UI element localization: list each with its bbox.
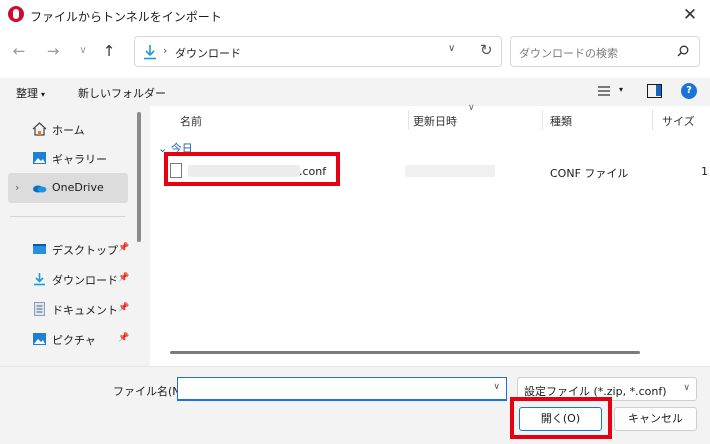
app-icon	[8, 6, 24, 22]
sidebar-item-label: OneDrive	[52, 181, 104, 194]
sidebar-item-label: ピクチャ	[52, 334, 96, 347]
sidebar-item-onedrive[interactable]: › OneDrive	[8, 173, 128, 203]
column-header-modified[interactable]: 更新日時	[413, 113, 457, 129]
search-input[interactable]: ダウンロードの検索	[510, 36, 700, 67]
help-icon[interactable]: ?	[681, 83, 697, 99]
sidebar-item-label: デスクトップ	[52, 244, 118, 257]
back-button[interactable]: ←	[8, 40, 30, 62]
organize-button[interactable]: 整理 ▾	[16, 85, 45, 101]
view-options-icon[interactable]	[597, 84, 611, 98]
command-toolbar: 整理 ▾ 新しいフォルダー ▾ ?	[0, 78, 710, 106]
pin-icon[interactable]: 📌	[118, 273, 129, 283]
gallery-icon	[33, 152, 46, 164]
horizontal-scrollbar[interactable]	[170, 351, 640, 354]
chevron-right-icon[interactable]: ›	[15, 181, 19, 194]
file-list: 名前 ∨ 更新日時 種類 サイズ ⌄ 今日 .conf CONF ファイル 1	[150, 103, 710, 366]
sidebar-item-documents[interactable]: ドキュメント 📌	[8, 294, 129, 324]
address-bar[interactable]: › ダウンロード ∨ ↻	[134, 36, 502, 67]
breadcrumb-separator: ›	[163, 44, 168, 57]
sidebar-item-gallery[interactable]: ギャラリー	[8, 143, 128, 173]
chevron-down-icon[interactable]: ∨	[683, 383, 690, 393]
sidebar-item-label: ダウンロード	[52, 274, 118, 287]
sidebar-item-label: ギャラリー	[52, 153, 107, 166]
column-header-type[interactable]: 種類	[550, 113, 572, 129]
pin-icon[interactable]: 📌	[118, 303, 129, 313]
onedrive-icon	[33, 185, 47, 193]
column-divider[interactable]	[542, 110, 543, 130]
recent-locations-button[interactable]: ∨	[72, 40, 94, 62]
redacted-date	[405, 165, 495, 177]
sidebar-divider	[10, 216, 125, 217]
filename-input[interactable]: ∨	[177, 377, 507, 401]
download-icon	[144, 45, 156, 60]
chevron-down-icon[interactable]: ∨	[493, 382, 500, 392]
pin-icon[interactable]: 📌	[118, 243, 129, 253]
preview-pane-icon[interactable]	[647, 84, 662, 98]
pin-icon[interactable]: 📌	[118, 333, 129, 343]
cancel-button[interactable]: キャンセル	[614, 407, 697, 431]
column-divider[interactable]	[408, 110, 409, 130]
breadcrumb-current[interactable]: ダウンロード	[175, 45, 241, 61]
file-type: CONF ファイル	[550, 167, 629, 180]
sidebar-item-pictures[interactable]: ピクチャ 📌	[8, 324, 129, 354]
sidebar-item-home[interactable]: ホーム	[8, 114, 128, 144]
sidebar-scrollbar[interactable]	[137, 112, 141, 242]
search-placeholder: ダウンロードの検索	[519, 47, 618, 60]
home-icon	[32, 122, 47, 136]
title-bar: ファイルからトンネルをインポート ✕	[0, 0, 710, 30]
file-highlight-annotation	[164, 152, 340, 186]
pictures-icon	[33, 333, 46, 345]
column-divider[interactable]	[652, 110, 653, 130]
chevron-down-icon[interactable]: ∨	[448, 43, 455, 54]
sidebar-item-label: ホーム	[52, 124, 85, 137]
refresh-icon[interactable]: ↻	[480, 41, 493, 59]
sort-indicator-icon: ∨	[468, 103, 475, 113]
close-button[interactable]: ✕	[676, 3, 704, 27]
search-icon[interactable]	[677, 45, 689, 57]
sidebar-item-label: ドキュメント	[52, 304, 118, 317]
window-title: ファイルからトンネルをインポート	[30, 10, 222, 24]
forward-button[interactable]: →	[42, 40, 64, 62]
navigation-pane: ホーム ギャラリー › OneDrive デスクトップ 📌 ダウンロード 📌 ド…	[0, 106, 150, 366]
new-folder-button[interactable]: 新しいフォルダー	[78, 85, 166, 101]
download-icon	[34, 273, 45, 286]
documents-icon	[34, 302, 45, 316]
open-button-highlight-annotation	[510, 397, 612, 439]
up-button[interactable]: ↑	[98, 40, 120, 62]
file-size: 1	[701, 165, 708, 178]
sidebar-item-desktop[interactable]: デスクトップ 📌	[8, 234, 129, 264]
view-options-caret[interactable]: ▾	[619, 85, 623, 94]
column-header-name[interactable]: 名前	[180, 113, 202, 129]
sidebar-item-downloads[interactable]: ダウンロード 📌	[8, 264, 129, 294]
column-header-size[interactable]: サイズ	[662, 113, 695, 129]
navigation-bar: ← → ∨ ↑ › ダウンロード ∨ ↻ ダウンロードの検索	[0, 30, 710, 74]
desktop-icon	[33, 244, 46, 254]
